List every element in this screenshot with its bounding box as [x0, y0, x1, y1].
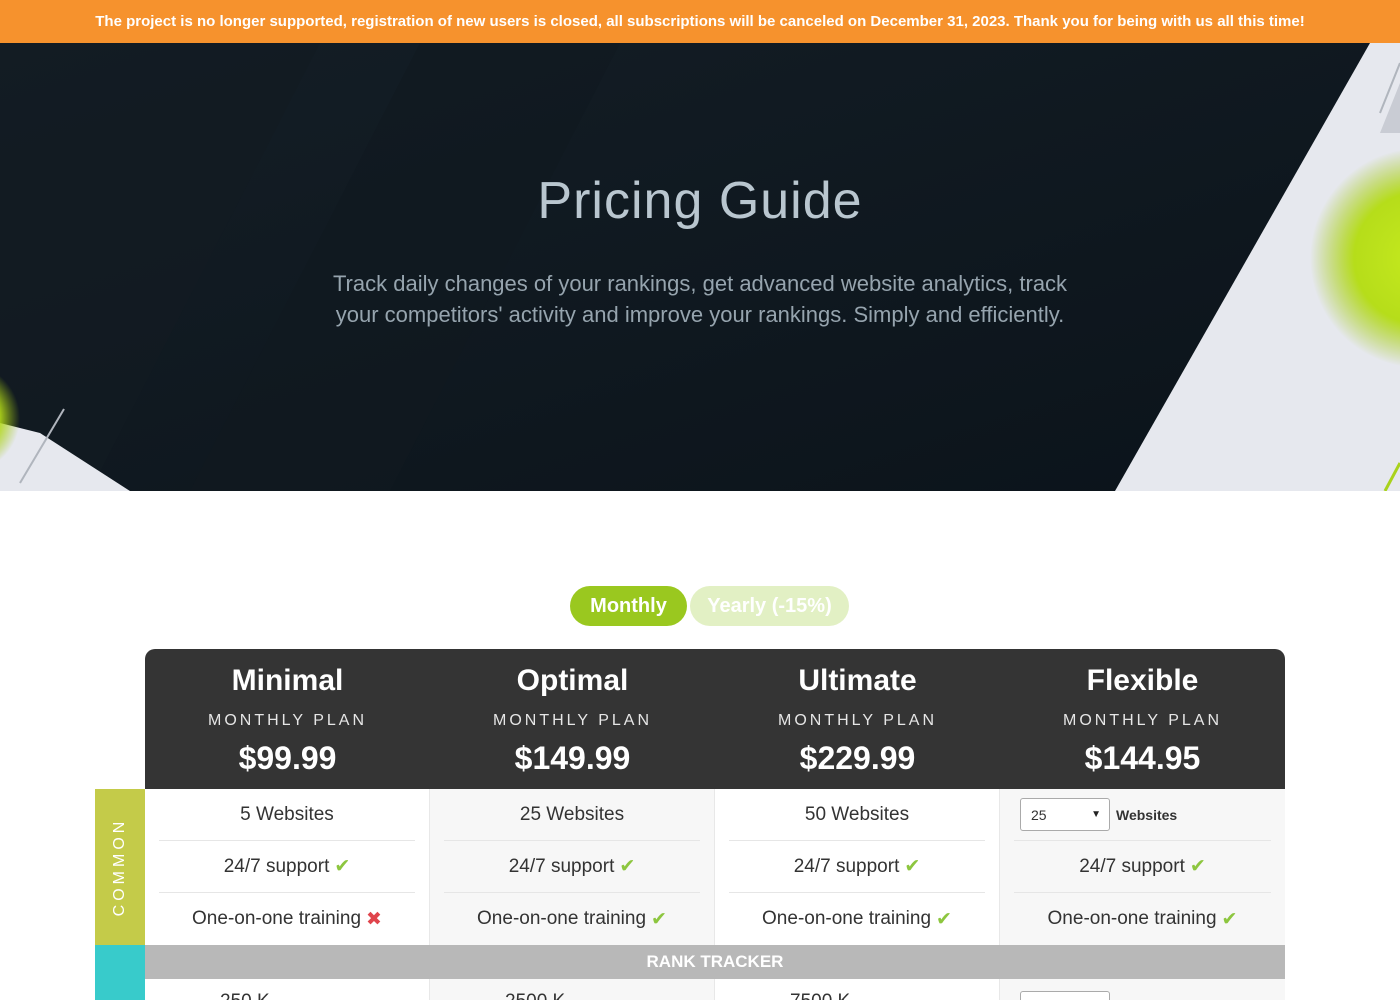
- plan-header-flexible: Flexible MONTHLY PLAN $144.95: [1000, 649, 1285, 789]
- common-features: 5 Websites 24/7 support ✔ One-on-one trai…: [145, 789, 1285, 945]
- plan-header-optimal: Optimal MONTHLY PLAN $149.99: [430, 649, 715, 789]
- plan-column-flexible: [1000, 979, 1285, 1000]
- plan-column-minimal: 5 Websites 24/7 support ✔ One-on-one trai…: [145, 789, 430, 945]
- announcement-text: The project is no longer supported, regi…: [95, 13, 1305, 30]
- check-icon: ✔: [334, 856, 351, 877]
- cross-icon: ✖: [366, 908, 382, 930]
- section-label-rank-tracker: [95, 945, 145, 1000]
- feature-text: 5 Websites: [240, 803, 334, 825]
- section-label-common: COMMON: [95, 789, 145, 945]
- chevron-down-icon: ▼: [1091, 809, 1101, 820]
- check-icon: ✔: [1189, 856, 1206, 877]
- plan-price: $99.99: [238, 740, 337, 776]
- plan-column-minimal: 250 K: [145, 979, 430, 1000]
- keywords-partial: 2500 K: [505, 991, 565, 1000]
- plan-header-minimal: Minimal MONTHLY PLAN $99.99: [145, 649, 430, 789]
- feature-support: 24/7 support ✔: [1014, 841, 1271, 893]
- plan-column-flexible: 25 ▼ Websites 24/7 support ✔ One-on-one t…: [1000, 789, 1285, 945]
- feature-support: 24/7 support ✔: [729, 841, 985, 893]
- rank-tracker-section-header: RANK TRACKER: [145, 945, 1285, 979]
- plan-header-ultimate: Ultimate MONTHLY PLAN $229.99: [715, 649, 1000, 789]
- feature-text: 24/7 support: [1079, 855, 1185, 877]
- websites-count-select[interactable]: 25 ▼: [1020, 798, 1110, 831]
- feature-support: 24/7 support ✔: [159, 841, 415, 893]
- announcement-banner: The project is no longer supported, regi…: [0, 0, 1400, 43]
- check-icon: ✔: [936, 908, 952, 930]
- check-icon: ✔: [619, 856, 636, 877]
- keywords-partial: 7500 K: [790, 991, 850, 1000]
- feature-training: One-on-one training ✔: [444, 893, 700, 945]
- plan-price: $229.99: [799, 740, 916, 776]
- plan-name: Optimal: [516, 664, 629, 697]
- plan-column-ultimate: 50 Websites 24/7 support ✔ One-on-one tra…: [715, 789, 1000, 945]
- rank-tracker-features: 250 K 2500 K 7500 K: [145, 979, 1285, 1000]
- check-icon: ✔: [904, 856, 921, 877]
- feature-text: 24/7 support: [793, 855, 900, 877]
- section-label-common-text: COMMON: [111, 817, 128, 917]
- feature-websites: 25 Websites: [444, 789, 700, 841]
- feature-text: One-on-one training: [1047, 908, 1217, 929]
- plan-price: $149.99: [514, 740, 631, 776]
- feature-text: 25 Websites: [519, 803, 625, 825]
- feature-text: 24/7 support: [508, 855, 615, 877]
- plan-name: Minimal: [231, 664, 344, 697]
- page-title: Pricing Guide: [537, 172, 863, 230]
- websites-unit-label: Websites: [1116, 806, 1178, 823]
- plan-period: MONTHLY PLAN: [493, 712, 652, 729]
- feature-websites: 50 Websites: [729, 789, 985, 841]
- feature-training: One-on-one training ✔: [1014, 893, 1271, 945]
- feature-text: One-on-one training: [762, 908, 932, 929]
- yearly-toggle-button[interactable]: Yearly (-15%): [690, 586, 849, 626]
- feature-text: One-on-one training: [192, 908, 362, 929]
- plan-period: MONTHLY PLAN: [1063, 712, 1222, 729]
- feature-text: 50 Websites: [804, 803, 910, 825]
- hero-section: Pricing Guide Track daily changes of you…: [0, 43, 1400, 491]
- keywords-partial: 250 K: [220, 991, 270, 1000]
- monthly-toggle-button[interactable]: Monthly: [570, 586, 687, 626]
- select-value: 25: [1031, 806, 1047, 823]
- plan-period: MONTHLY PLAN: [208, 712, 367, 729]
- check-icon: ✔: [651, 908, 667, 930]
- plan-column-optimal: 2500 K: [430, 979, 715, 1000]
- rank-tracker-label: RANK TRACKER: [646, 952, 784, 971]
- plan-column-optimal: 25 Websites 24/7 support ✔ One-on-one tra…: [430, 789, 715, 945]
- feature-websites: 5 Websites: [159, 789, 415, 841]
- feature-text: One-on-one training: [477, 908, 647, 929]
- feature-training: One-on-one training ✖: [159, 893, 415, 945]
- plan-column-ultimate: 7500 K: [715, 979, 1000, 1000]
- pricing-table-header: Minimal MONTHLY PLAN $99.99 Optimal MONT…: [145, 649, 1285, 789]
- feature-text: 24/7 support: [223, 855, 330, 877]
- plan-period: MONTHLY PLAN: [778, 712, 937, 729]
- feature-websites: 25 ▼ Websites: [1014, 789, 1271, 841]
- hero-background-art: [0, 43, 1400, 491]
- check-icon: ✔: [1221, 908, 1238, 930]
- plan-name: Ultimate: [798, 664, 917, 697]
- plan-price: $144.95: [1084, 740, 1201, 776]
- feature-support: 24/7 support ✔: [444, 841, 700, 893]
- feature-training: One-on-one training ✔: [729, 893, 985, 945]
- plan-name: Flexible: [1086, 664, 1199, 697]
- keywords-count-select[interactable]: [1020, 991, 1110, 1000]
- hero-subtitle: Track daily changes of your rankings, ge…: [332, 271, 1068, 327]
